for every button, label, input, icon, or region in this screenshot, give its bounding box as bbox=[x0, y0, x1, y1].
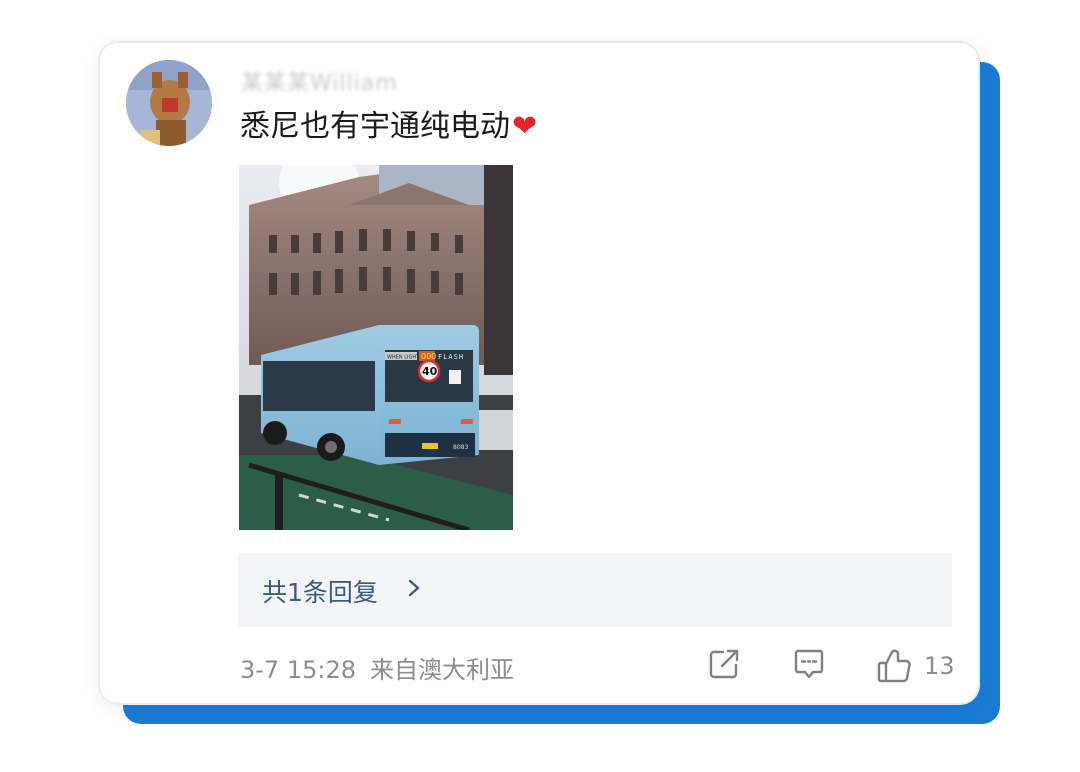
bus-fleet-number: 8083 bbox=[453, 444, 468, 451]
chevron-right-icon bbox=[408, 579, 420, 597]
comment-text: 悉尼也有宇通纯电动❤ bbox=[240, 109, 537, 145]
comment-card: 某某某William 悉尼也有宇通纯电动❤ WHEN LIGHTS 000 FL… bbox=[100, 43, 978, 703]
username[interactable]: 某某某William bbox=[241, 65, 398, 97]
view-replies-button[interactable]: 共1条回复 bbox=[238, 553, 952, 627]
comment-icon[interactable] bbox=[791, 646, 827, 682]
thumbs-up-icon bbox=[877, 649, 911, 683]
bus-sign-left: WHEN LIGHTS bbox=[387, 355, 422, 361]
like-button[interactable]: 13 bbox=[875, 646, 965, 686]
comment-location: 来自澳大利亚 bbox=[370, 656, 514, 684]
like-count: 13 bbox=[924, 652, 955, 680]
comment-body: 悉尼也有宇通纯电动 bbox=[240, 109, 510, 144]
replies-count-label: 共1条回复 bbox=[262, 578, 378, 607]
avatar[interactable] bbox=[126, 60, 212, 146]
bus-sign-right: FLASH bbox=[438, 353, 464, 361]
speed-limit-sign: 40 bbox=[422, 365, 438, 378]
share-icon[interactable] bbox=[706, 646, 742, 682]
heart-emoji-icon: ❤ bbox=[512, 109, 538, 144]
comment-meta: 3-7 15:28 来自澳大利亚 bbox=[240, 650, 514, 685]
bus-sign-mid: 000 bbox=[421, 352, 436, 361]
comment-timestamp: 3-7 15:28 bbox=[240, 656, 356, 684]
comment-photo[interactable]: WHEN LIGHTS 000 FLASH 40 8083 bbox=[239, 165, 513, 530]
